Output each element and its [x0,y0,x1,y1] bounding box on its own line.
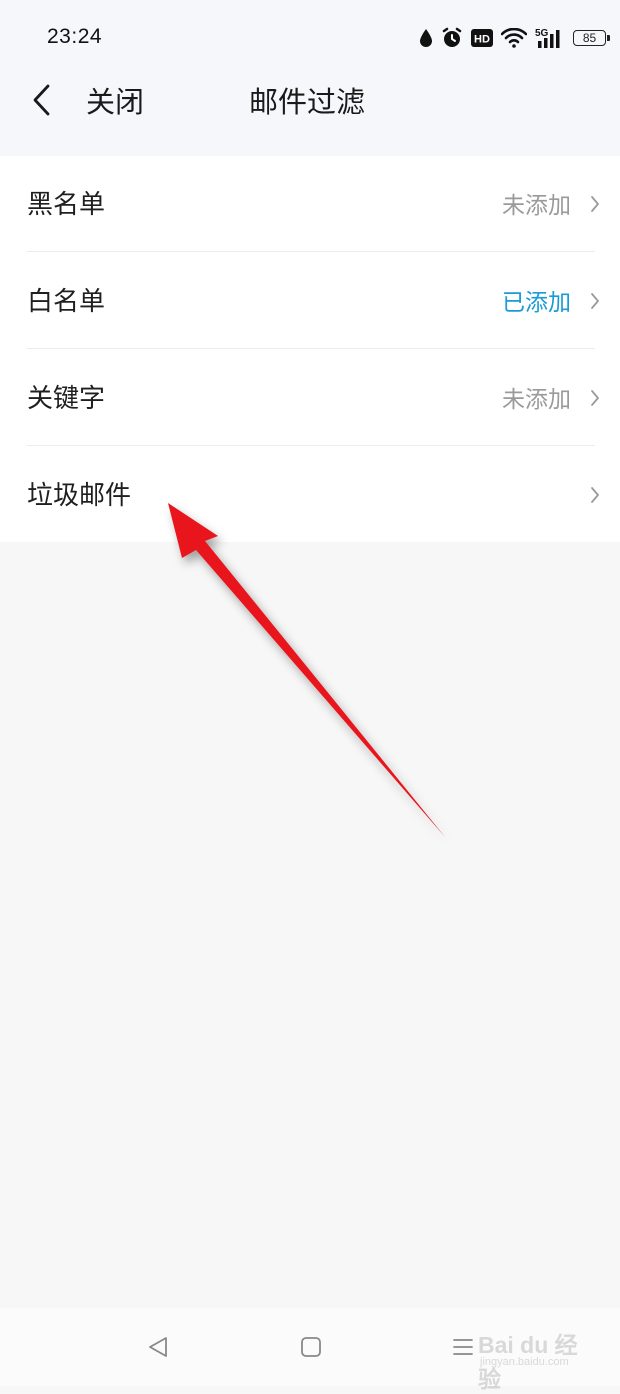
filter-row-keywords[interactable]: 关键字 未添加 [0,350,620,446]
filter-row-label: 白名单 [27,287,106,317]
row-divider [27,348,595,349]
filter-row-blacklist[interactable]: 黑名单 未添加 [0,156,620,252]
triangle-back-icon[interactable] [147,1336,169,1358]
status-icons: HD 5G 85 [419,24,610,52]
drop-icon [420,29,432,47]
chevron-right-icon [591,390,599,406]
filter-row-status: 未添加 [502,193,571,219]
filter-row-status: 未添加 [502,387,571,413]
close-button[interactable]: 关闭 [86,79,144,121]
row-divider [27,251,595,252]
chevron-right-icon [591,196,599,212]
app-header: 关闭 邮件过滤 [0,72,620,156]
watermark-url: jingyan.baidu.com [480,1356,569,1368]
network-label: 5G [535,28,549,39]
5g-signal-icon: 5G [535,28,560,48]
filter-row-whitelist[interactable]: 白名单 已添加 [0,253,620,349]
baidu-watermark: Bai du 经验 jingyan.baidu.com [470,1324,600,1392]
hd-label: HD [474,34,490,46]
status-time: 23:24 [47,25,103,48]
filter-row-status: 已添加 [502,290,571,316]
hd-icon: HD [471,29,493,47]
chevron-right-icon [591,487,599,503]
square-home-icon[interactable] [300,1336,322,1358]
battery-indicator: 85 [573,30,610,46]
page-title: 邮件过滤 [249,85,366,119]
filter-list: 黑名单 未添加 白名单 已添加 关键字 未添加 垃圾邮件 [0,156,620,542]
chevron-left-icon[interactable] [28,82,58,118]
status-bar: 23:24 HD 5G 85 [0,0,620,72]
battery-level: 85 [582,31,597,45]
filter-row-label: 黑名单 [27,190,106,220]
row-divider [27,445,595,446]
system-nav-bar: Bai du 经验 jingyan.baidu.com [0,1308,620,1392]
chevron-right-icon [591,293,599,309]
alarm-icon [442,27,462,47]
wifi-icon [501,28,527,48]
filter-row-spam[interactable]: 垃圾邮件 [0,447,620,543]
filter-row-label: 垃圾邮件 [27,481,132,511]
filter-row-label: 关键字 [27,384,106,414]
